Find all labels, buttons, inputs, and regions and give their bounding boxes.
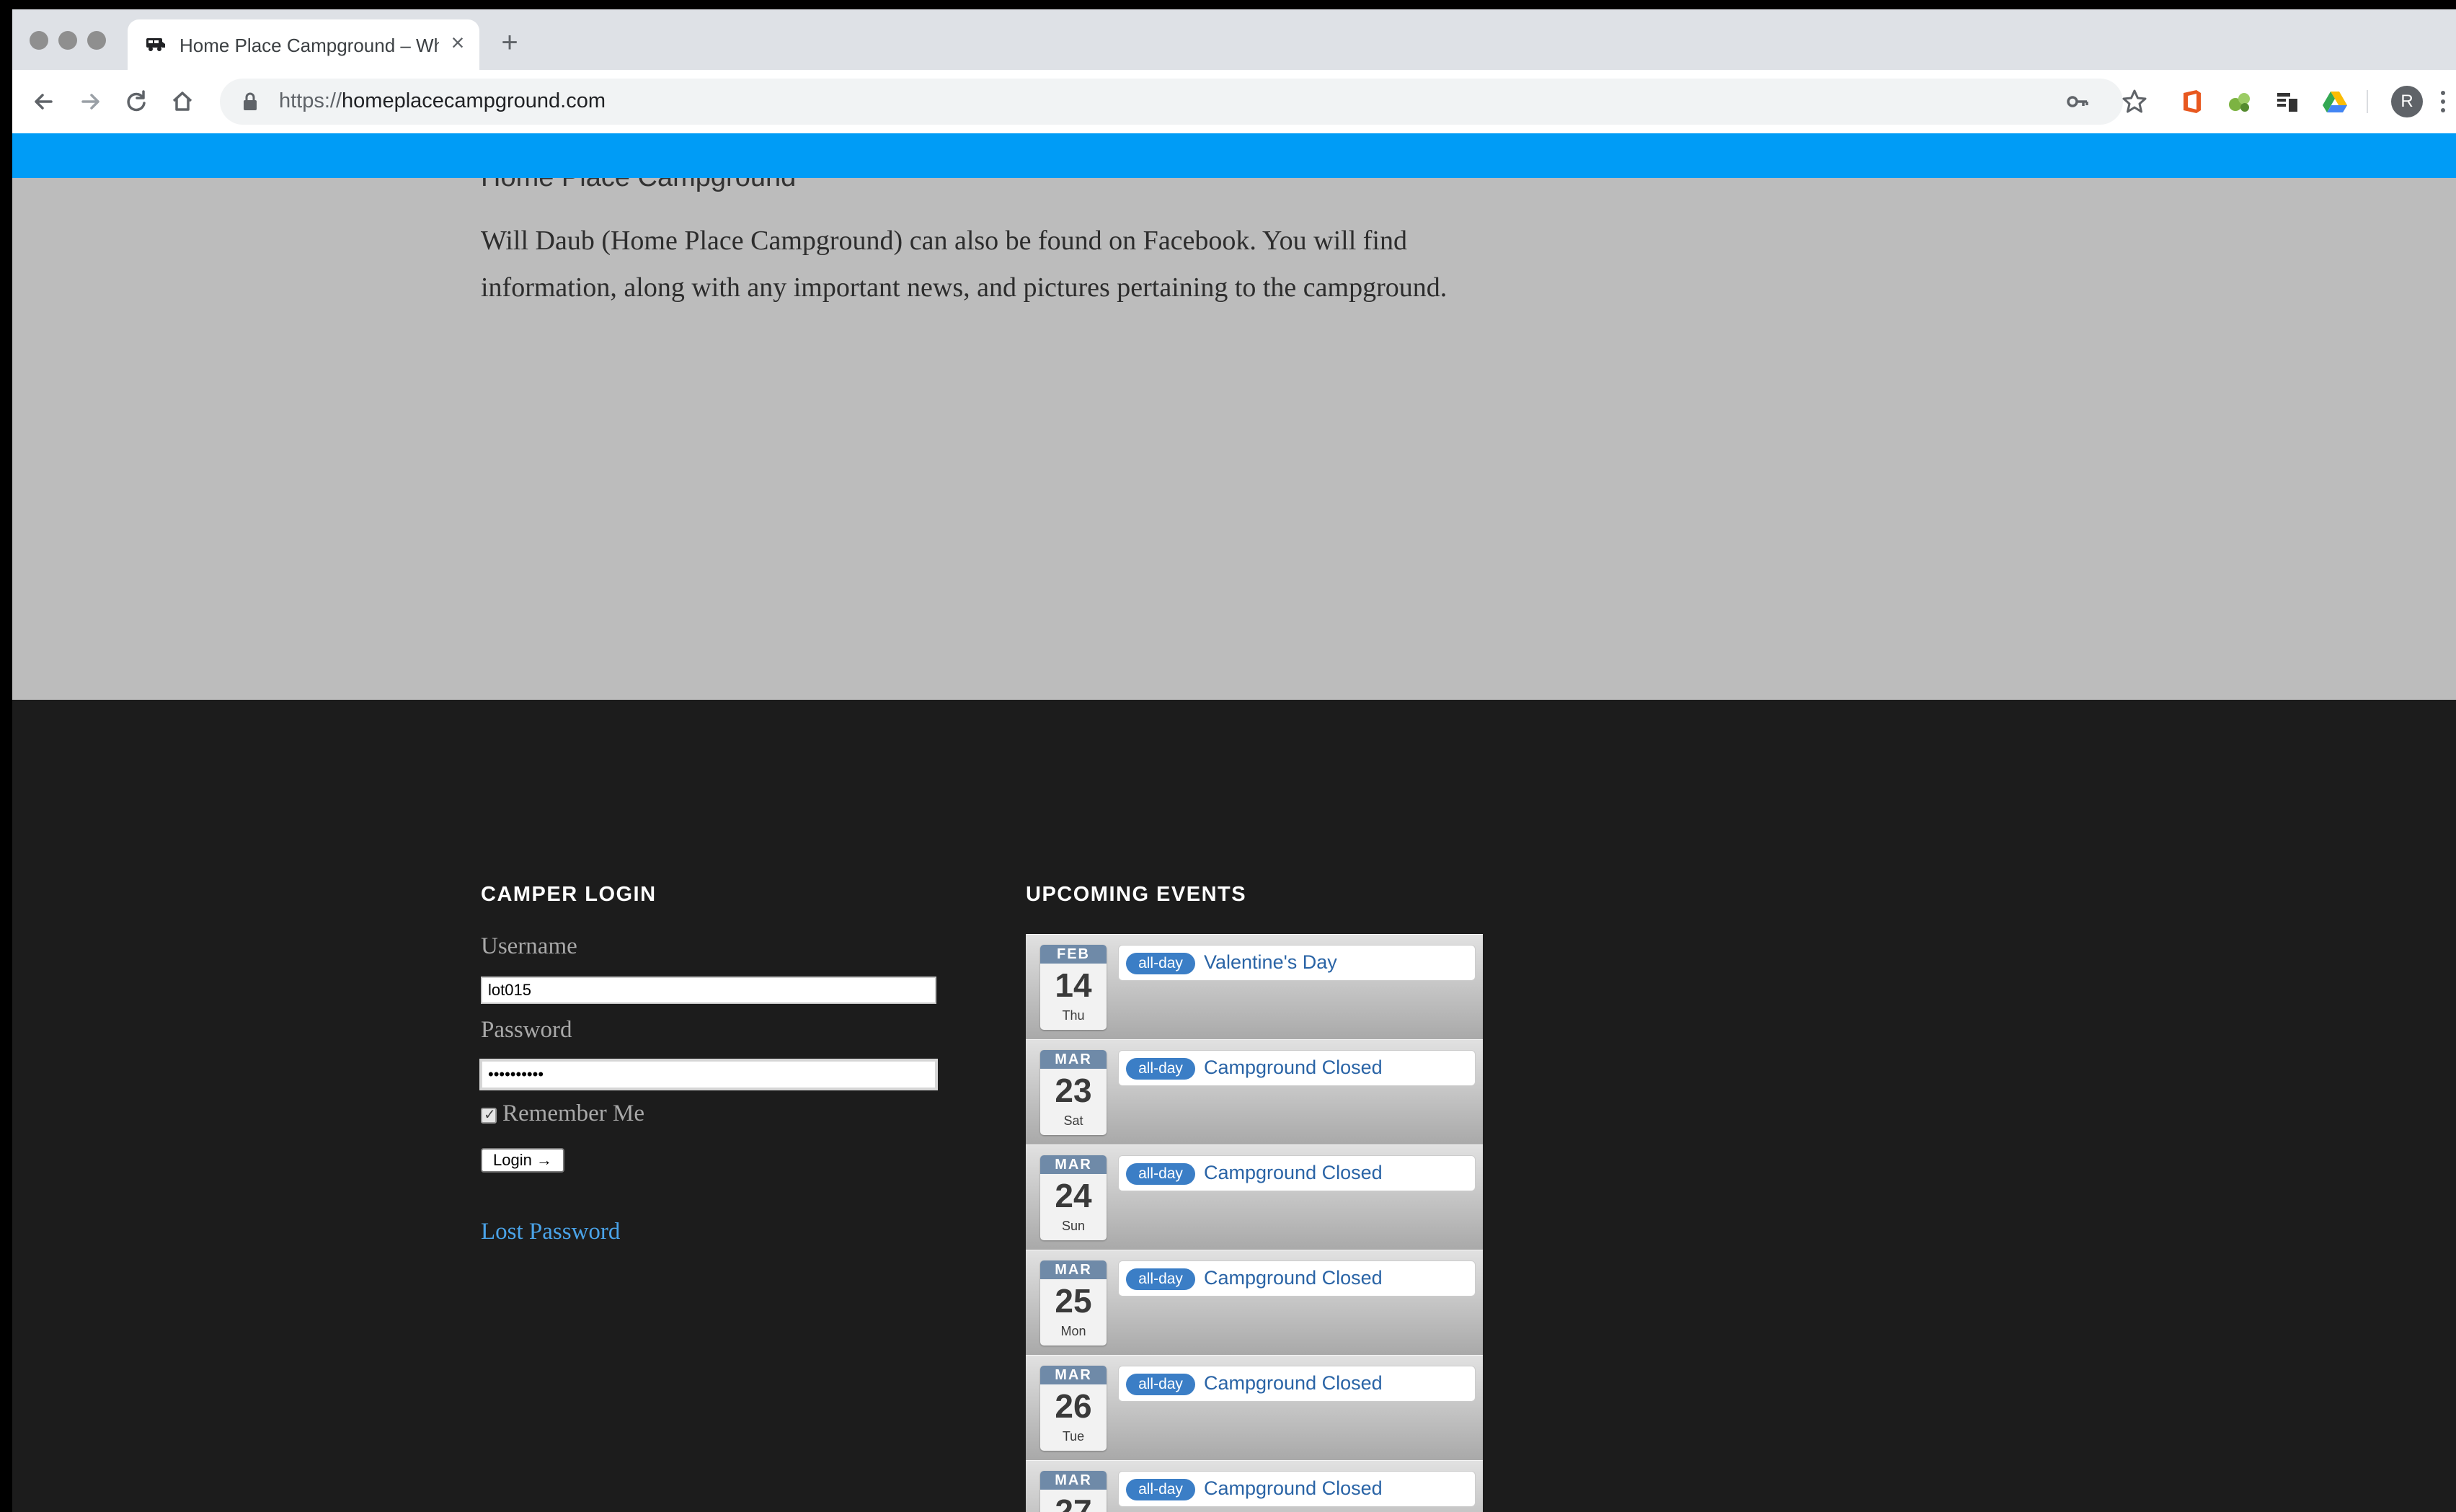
web-page: Home Place Campground Will Daub (Home Pl… — [12, 133, 2456, 1512]
username-label: Username — [481, 933, 577, 959]
office-extension-icon[interactable] — [2178, 87, 2207, 116]
event-item[interactable]: MAR 25 Mon all-day Campground Closed — [1026, 1250, 1483, 1355]
toolbar-divider — [2367, 90, 2368, 113]
upcoming-events-heading: UPCOMING EVENTS — [1026, 883, 1247, 906]
event-title-link[interactable]: Campground Closed — [1204, 1477, 1383, 1500]
event-item[interactable]: MAR 24 Sun all-day Campground Closed — [1026, 1144, 1483, 1250]
rv-camper-icon — [146, 38, 165, 51]
password-label: Password — [481, 1017, 572, 1043]
lock-icon[interactable] — [241, 92, 259, 112]
profile-avatar[interactable]: R — [2391, 86, 2423, 117]
maximize-window-button[interactable] — [87, 31, 106, 50]
grammar-extension-icon[interactable] — [2225, 87, 2254, 116]
all-day-badge: all-day — [1126, 953, 1195, 974]
close-tab-icon[interactable]: × — [445, 30, 471, 55]
bookmark-star-icon[interactable] — [2117, 84, 2152, 119]
all-day-badge: all-day — [1126, 1163, 1195, 1185]
event-date: MAR 27 — [1040, 1471, 1107, 1512]
content-area: Home Place Campground Will Daub (Home Pl… — [12, 162, 2456, 700]
site-header-overlay — [12, 133, 2456, 178]
remember-me-checkbox[interactable] — [481, 1106, 497, 1124]
minimize-window-button[interactable] — [58, 31, 77, 50]
event-title-link[interactable]: Campground Closed — [1204, 1372, 1383, 1395]
close-window-button[interactable] — [30, 31, 48, 50]
event-date: FEB 14 Thu — [1040, 945, 1107, 1030]
home-icon[interactable] — [165, 84, 200, 119]
reload-icon[interactable] — [119, 84, 154, 119]
event-date: MAR 24 Sun — [1040, 1155, 1107, 1240]
login-button[interactable]: Login → — [481, 1148, 564, 1173]
reader-extension-icon[interactable] — [2273, 87, 2302, 116]
google-drive-icon[interactable] — [2320, 87, 2349, 116]
event-item[interactable]: MAR 26 Tue all-day Campground Closed — [1026, 1355, 1483, 1460]
event-date: MAR 23 Sat — [1040, 1050, 1107, 1135]
key-icon[interactable] — [2061, 84, 2096, 119]
password-input[interactable] — [479, 1059, 938, 1090]
browser-toolbar: https://homeplacecampground.com R — [12, 70, 2456, 133]
event-card[interactable]: all-day Campground Closed — [1118, 1366, 1476, 1402]
event-card[interactable]: all-day Campground Closed — [1118, 1260, 1476, 1297]
event-card[interactable]: all-day Campground Closed — [1118, 1050, 1476, 1086]
tab-strip: Home Place Campground – Wh × + — [12, 9, 2456, 73]
all-day-badge: all-day — [1126, 1479, 1195, 1500]
tab-home-place-campground[interactable]: Home Place Campground – Wh × — [128, 19, 479, 73]
event-date: MAR 25 Mon — [1040, 1260, 1107, 1346]
username-input[interactable] — [481, 977, 936, 1004]
event-title-link[interactable]: Campground Closed — [1204, 1267, 1383, 1289]
new-tab-button[interactable]: + — [495, 28, 524, 57]
event-item[interactable]: FEB 14 Thu all-day Valentine's Day — [1026, 934, 1483, 1039]
event-card[interactable]: all-day Valentine's Day — [1118, 945, 1476, 981]
address-bar[interactable]: https://homeplacecampground.com — [220, 79, 2123, 125]
event-title-link[interactable]: Valentine's Day — [1204, 951, 1337, 974]
event-title-link[interactable]: Campground Closed — [1204, 1162, 1383, 1184]
all-day-badge: all-day — [1126, 1268, 1195, 1290]
event-item[interactable]: MAR 23 Sat all-day Campground Closed — [1026, 1039, 1483, 1144]
all-day-badge: all-day — [1126, 1058, 1195, 1080]
tab-title: Home Place Campground – Wh — [179, 35, 439, 56]
camper-login-heading: CAMPER LOGIN — [481, 883, 657, 906]
lost-password-link[interactable]: Lost Password — [481, 1219, 620, 1245]
forward-arrow-icon[interactable] — [73, 84, 107, 119]
facebook-paragraph: Will Daub (Home Place Campground) can al… — [481, 226, 1448, 303]
event-title-link[interactable]: Campground Closed — [1204, 1057, 1383, 1079]
browser-window: Home Place Campground – Wh × + https://h… — [12, 9, 2456, 1512]
back-arrow-icon[interactable] — [27, 84, 61, 119]
url-text[interactable]: https://homeplacecampground.com — [279, 89, 606, 113]
footer-widgets: CAMPER LOGIN Username Password Remember … — [12, 700, 2456, 1512]
event-card[interactable]: all-day Campground Closed — [1118, 1471, 1476, 1507]
more-menu-icon[interactable] — [2436, 86, 2450, 117]
all-day-badge: all-day — [1126, 1374, 1195, 1395]
remember-me-label[interactable]: Remember Me — [502, 1100, 644, 1127]
event-item[interactable]: MAR 27 all-day Campground Closed — [1026, 1460, 1483, 1512]
event-date: MAR 26 Tue — [1040, 1366, 1107, 1451]
event-card[interactable]: all-day Campground Closed — [1118, 1155, 1476, 1191]
events-list: FEB 14 Thu all-day Valentine's Day MAR 2… — [1026, 934, 1483, 1512]
